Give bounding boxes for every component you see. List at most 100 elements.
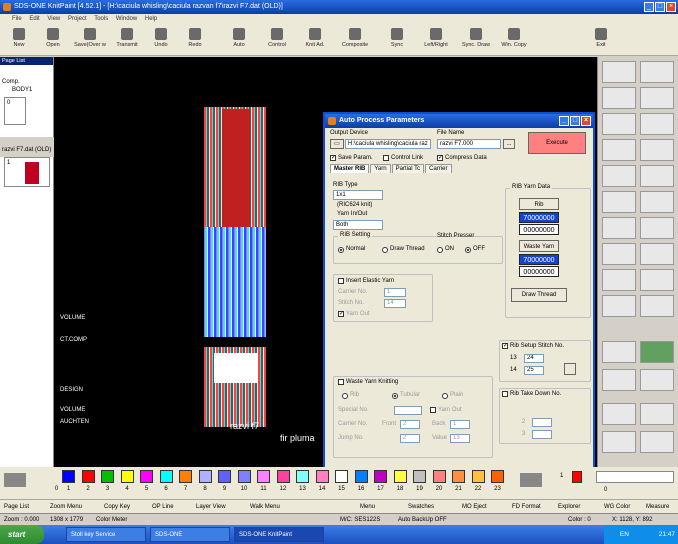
- palette-tool-27[interactable]: [602, 431, 636, 453]
- open-button[interactable]: Open: [38, 27, 68, 54]
- menu-project[interactable]: Project: [68, 16, 87, 22]
- color-swatch[interactable]: [491, 470, 504, 483]
- save-button[interactable]: Save(Over w: [72, 27, 108, 54]
- carrier-no-field[interactable]: 1: [384, 288, 406, 297]
- start-button[interactable]: start: [0, 525, 44, 544]
- rib-setup-13-field[interactable]: 24: [524, 354, 544, 363]
- palette-tool-12[interactable]: [640, 191, 674, 213]
- fd-format-button[interactable]: FD Format: [512, 500, 541, 513]
- layer-view-button[interactable]: Layer View: [196, 500, 226, 513]
- zoom-menu-button[interactable]: Zoom Menu: [50, 500, 82, 513]
- color-spin-value[interactable]: 1: [560, 473, 563, 479]
- stitch-no-field[interactable]: 14: [384, 299, 406, 308]
- palette-tool-4[interactable]: [640, 87, 674, 109]
- palette-tool-18[interactable]: [640, 269, 674, 291]
- palette-tool-22[interactable]: [640, 341, 674, 363]
- redo-button[interactable]: Redo: [180, 27, 210, 54]
- file-thumbnail[interactable]: 1: [4, 157, 50, 187]
- palette-tool-3[interactable]: [602, 87, 636, 109]
- palette-tool-16[interactable]: [640, 243, 674, 265]
- execute-button[interactable]: Execute: [528, 132, 586, 154]
- color-swatch[interactable]: [101, 470, 114, 483]
- color-slider[interactable]: [596, 471, 674, 483]
- undo-button[interactable]: Undo: [146, 27, 176, 54]
- taskbar-item-stoll[interactable]: Stoll key Service: [66, 527, 146, 542]
- left-right-button[interactable]: Left/Right: [418, 27, 454, 54]
- menu-window[interactable]: Window: [116, 16, 137, 22]
- body-thumbnail[interactable]: 0: [4, 97, 26, 125]
- walk-menu-button[interactable]: Walk Menu: [250, 500, 280, 513]
- copy-key-button[interactable]: Copy Key: [104, 500, 130, 513]
- palette-tool-11[interactable]: [602, 191, 636, 213]
- wg-color-button[interactable]: WG Color: [604, 500, 630, 513]
- takedown-field-1[interactable]: [532, 418, 552, 427]
- front-field[interactable]: 2: [400, 420, 420, 429]
- minimize-button[interactable]: _: [644, 2, 654, 12]
- palette-tool-21[interactable]: [602, 341, 636, 363]
- menu-tools[interactable]: Tools: [94, 16, 108, 22]
- palette-tool-25[interactable]: [602, 403, 636, 425]
- special-no-field[interactable]: [394, 406, 422, 415]
- palette-tool-10[interactable]: [640, 165, 674, 187]
- menu-button[interactable]: Menu: [360, 500, 375, 513]
- rib-takedown-checkbox[interactable]: [502, 391, 508, 397]
- sync-button[interactable]: Sync: [382, 27, 412, 54]
- color-swatch[interactable]: [140, 470, 153, 483]
- new-button[interactable]: New: [4, 27, 34, 54]
- tab-partial[interactable]: Partial Tc: [391, 164, 425, 173]
- color-swatch[interactable]: [179, 470, 192, 483]
- color-swatch[interactable]: [257, 470, 270, 483]
- dialog-maximize-button[interactable]: □: [570, 116, 580, 126]
- insert-elastic-checkbox[interactable]: [338, 278, 344, 284]
- dialog-minimize-button[interactable]: _: [559, 116, 569, 126]
- palette-tool-17[interactable]: [602, 269, 636, 291]
- maximize-button[interactable]: □: [655, 2, 665, 12]
- rib-setup-checkbox[interactable]: [502, 342, 508, 349]
- tray-language[interactable]: EN: [620, 531, 629, 538]
- palette-tool-6[interactable]: [640, 113, 674, 135]
- color-swatch[interactable]: [452, 470, 465, 483]
- swatches-button[interactable]: Swatches: [408, 500, 434, 513]
- compress-data-checkbox[interactable]: [437, 154, 443, 161]
- tab-master-rib[interactable]: Master RIB: [330, 164, 370, 173]
- palette-tool-24[interactable]: [640, 369, 674, 391]
- explorer-button[interactable]: Explorer: [558, 500, 580, 513]
- yarn-inout-select[interactable]: Both: [333, 220, 383, 230]
- output-device-field[interactable]: H:\caciula whisling\caciula raz: [345, 139, 431, 149]
- sync-draw-button[interactable]: Sync. Draw: [458, 27, 494, 54]
- palette-tool-9[interactable]: [602, 165, 636, 187]
- next-color-button[interactable]: [520, 473, 542, 487]
- color-swatch[interactable]: [413, 470, 426, 483]
- draw-thread-button[interactable]: Draw Thread: [511, 288, 567, 302]
- palette-tool-19[interactable]: [602, 295, 636, 317]
- wk-yarn-out-checkbox[interactable]: [430, 407, 436, 413]
- palette-tool-28[interactable]: [640, 431, 674, 453]
- close-button[interactable]: ×: [666, 2, 676, 12]
- takedown-field-2[interactable]: [532, 430, 552, 439]
- on-radio[interactable]: [437, 247, 443, 253]
- palette-tool-26[interactable]: [640, 403, 674, 425]
- waste-knitting-checkbox[interactable]: [338, 379, 344, 385]
- yarn-out-checkbox[interactable]: [338, 310, 344, 317]
- menu-view[interactable]: View: [47, 16, 60, 22]
- color-swatch[interactable]: [315, 470, 329, 483]
- menu-help[interactable]: Help: [145, 16, 157, 22]
- color-swatch[interactable]: [120, 470, 134, 483]
- file-name-field[interactable]: razvi F7.000: [437, 139, 501, 149]
- color-swatch[interactable]: [335, 470, 348, 483]
- taskbar-item-knitpaint[interactable]: SDS-ONE KnitPaint: [234, 527, 324, 542]
- auto-button[interactable]: Auto: [224, 27, 254, 54]
- page-list-button[interactable]: Page List: [4, 500, 29, 513]
- mo-eject-button[interactable]: MO Eject: [462, 500, 487, 513]
- color-swatch[interactable]: [374, 470, 387, 483]
- palette-tool-20[interactable]: [640, 295, 674, 317]
- menu-file[interactable]: File: [12, 16, 22, 22]
- edit-tool[interactable]: [602, 139, 636, 161]
- off-radio[interactable]: [465, 247, 471, 253]
- color-swatch[interactable]: [393, 470, 407, 483]
- browse-button[interactable]: ...: [503, 139, 515, 149]
- transmit-button[interactable]: Transmit: [112, 27, 142, 54]
- control-button[interactable]: Control: [262, 27, 292, 54]
- measure-button[interactable]: Measure: [646, 500, 669, 513]
- color-swatch[interactable]: [62, 470, 75, 483]
